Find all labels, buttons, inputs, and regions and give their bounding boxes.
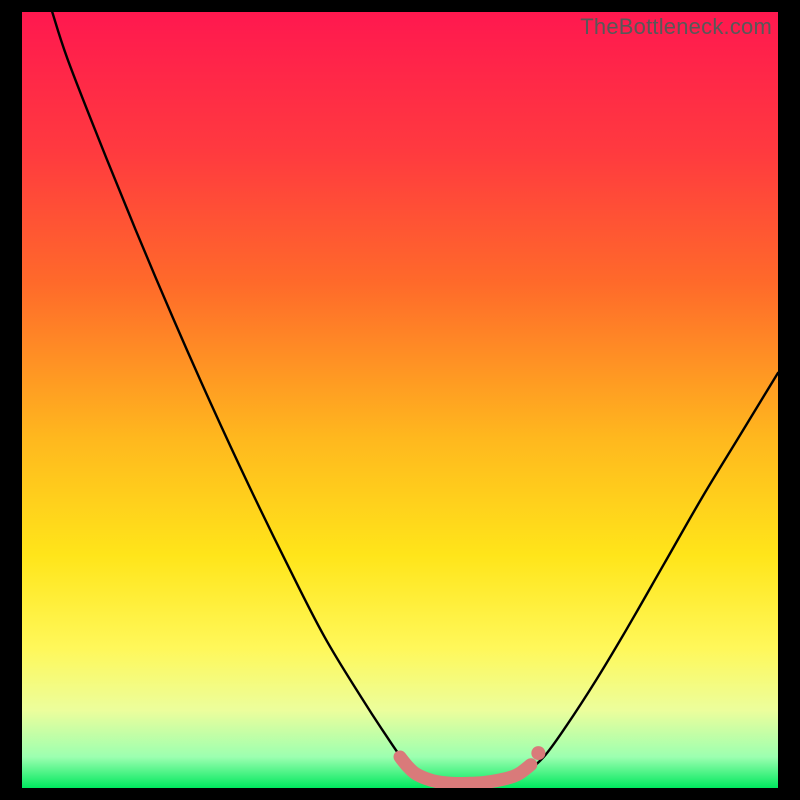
watermark-text: TheBottleneck.com <box>580 14 772 40</box>
chart-plot-area <box>22 12 778 788</box>
optimal-range-end-dot <box>531 746 545 760</box>
chart-frame: TheBottleneck.com <box>0 0 800 800</box>
gradient-background <box>22 12 778 788</box>
chart-svg <box>22 12 778 788</box>
